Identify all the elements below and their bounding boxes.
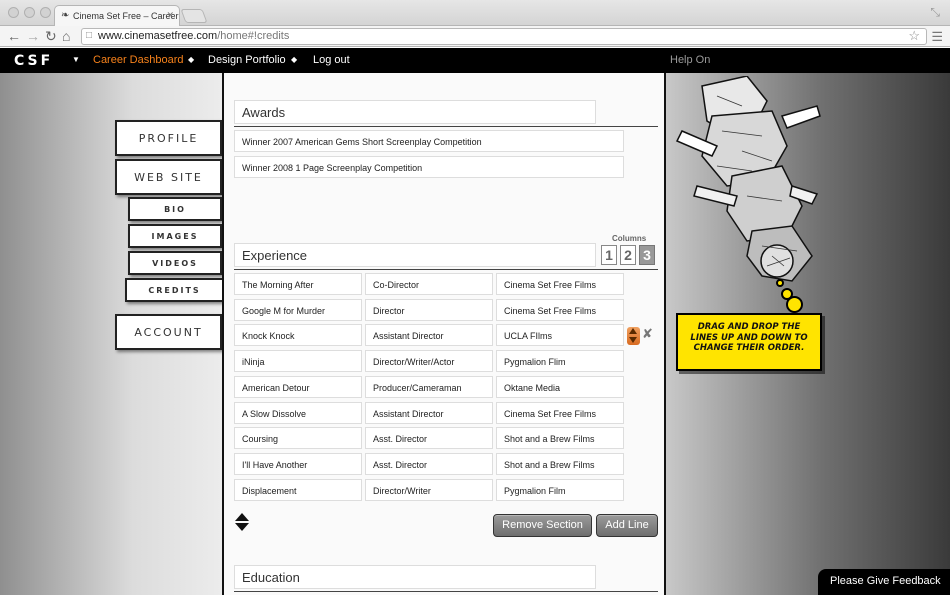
sidebar-item-videos[interactable]: Videos — [128, 251, 222, 275]
nav-bullet-icon: ◆ — [188, 55, 195, 64]
drag-drop-tip: Drag and drop the lines up and down to c… — [676, 313, 822, 371]
url-host: www.cinemasetfree.com — [98, 30, 218, 42]
browser-toolbar: ← → ↻ ⌂ □ www.cinemasetfree.com/home#!cr… — [0, 26, 950, 47]
row-controls: ✘ — [625, 326, 657, 346]
credit-title-cell[interactable]: Displacement — [234, 478, 362, 501]
credits-editor: Awards Winner 2007 American Gems Short S… — [222, 73, 666, 595]
credit-role-cell[interactable]: Co-Director — [365, 273, 493, 295]
move-row-arrows-icon[interactable] — [627, 327, 640, 345]
sidebar-item-bio[interactable]: Bio — [128, 197, 222, 221]
credit-role-cell[interactable]: Assistant Director — [365, 401, 493, 424]
credit-title-cell[interactable]: Google M for Murder — [234, 298, 362, 321]
address-bar[interactable]: □ www.cinemasetfree.com/home#!credits ☆ — [81, 28, 927, 45]
new-tab-button[interactable] — [180, 9, 208, 23]
sidebar-item-profile[interactable]: Profile — [115, 120, 222, 156]
awards-title[interactable]: Awards — [234, 100, 596, 124]
credit-title-cell[interactable]: I'll Have Another — [234, 452, 362, 475]
feedback-button[interactable]: Please Give Feedback — [818, 569, 950, 595]
minimize-window-button[interactable] — [24, 7, 35, 18]
credit-title-cell[interactable]: iNinja — [234, 350, 362, 373]
columns-label: Columns — [612, 234, 647, 243]
nav-career-dashboard[interactable]: Career Dashboard — [93, 54, 184, 66]
site-logo[interactable]: CSF — [14, 53, 53, 69]
bookmark-star-icon[interactable]: ☆ — [908, 28, 920, 44]
award-item[interactable]: Winner 2007 American Gems Short Screenpl… — [234, 130, 624, 152]
credit-role-cell[interactable]: Asst. Director — [365, 452, 493, 475]
sidebar-item-website[interactable]: Web Site — [115, 159, 222, 195]
tab-close-icon[interactable]: ✕ — [166, 10, 174, 21]
credit-company-cell[interactable]: Shot and a Brew Films — [496, 452, 624, 475]
credit-role-cell[interactable]: Director — [365, 298, 493, 321]
home-icon[interactable]: ⌂ — [62, 28, 70, 44]
section-divider — [234, 126, 658, 127]
sidebar-item-credits[interactable]: Credits — [125, 278, 222, 302]
credit-role-cell[interactable]: Producer/Cameraman — [365, 375, 493, 398]
credit-title-cell[interactable]: The Morning After — [234, 273, 362, 295]
credit-title-cell[interactable]: American Detour — [234, 375, 362, 398]
credit-role-cell[interactable]: Director/Writer/Actor — [365, 350, 493, 373]
thought-bubble-dot — [786, 296, 803, 313]
site-favicon-icon: ❧ — [61, 10, 70, 21]
sidebar-item-account[interactable]: Account — [115, 314, 222, 350]
add-line-button[interactable]: Add Line — [596, 514, 658, 537]
credit-company-cell[interactable]: UCLA FIlms — [496, 324, 624, 347]
reload-icon[interactable]: ↻ — [45, 28, 57, 44]
credit-company-cell[interactable]: Shot and a Brew Films — [496, 427, 624, 450]
nav-log-out[interactable]: Log out — [313, 54, 350, 66]
url-path: /home#!credits — [217, 30, 290, 42]
credit-company-cell[interactable]: Oktane Media — [496, 375, 624, 398]
credit-role-cell[interactable]: Asst. Director — [365, 427, 493, 450]
help-toggle[interactable]: Help On — [670, 54, 710, 66]
columns-2-button[interactable]: 2 — [620, 245, 636, 265]
credit-company-cell[interactable]: Cinema Set Free Films — [496, 401, 624, 424]
section-divider — [234, 269, 658, 270]
credit-role-cell[interactable]: Assistant Director — [365, 324, 493, 347]
delete-row-icon[interactable]: ✘ — [642, 326, 653, 342]
tab-title: Cinema Set Free – Career C — [73, 11, 180, 21]
ninja-illustration — [675, 76, 821, 282]
fullscreen-icon[interactable]: ⤡ — [930, 5, 940, 20]
sort-arrows-icon[interactable] — [234, 513, 250, 533]
site-nav-bar: CSF ▼ Career Dashboard ◆ Design Portfoli… — [0, 48, 950, 73]
zoom-window-button[interactable] — [40, 7, 51, 18]
education-title[interactable]: Education — [234, 565, 596, 589]
columns-1-button[interactable]: 1 — [601, 245, 617, 265]
credit-title-cell[interactable]: Knock Knock — [234, 324, 362, 347]
columns-3-button[interactable]: 3 — [639, 245, 655, 265]
browser-tab-bar: ❧ Cinema Set Free – Career C ✕ ⤡ — [0, 0, 950, 26]
sidebar-item-images[interactable]: Images — [128, 224, 222, 248]
back-arrow-icon[interactable]: ← — [7, 28, 21, 44]
nav-design-portfolio[interactable]: Design Portfolio — [208, 54, 286, 66]
credit-company-cell[interactable]: Pygmalion Film — [496, 478, 624, 501]
credit-title-cell[interactable]: Coursing — [234, 427, 362, 450]
award-item[interactable]: Winner 2008 1 Page Screenplay Competitio… — [234, 156, 624, 178]
browser-menu-icon[interactable]: ☰ — [931, 29, 943, 45]
credit-company-cell[interactable]: Cinema Set Free Films — [496, 298, 624, 321]
credit-role-cell[interactable]: Director/Writer — [365, 478, 493, 501]
experience-title[interactable]: Experience — [234, 243, 596, 267]
close-window-button[interactable] — [8, 7, 19, 18]
browser-tab[interactable]: ❧ Cinema Set Free – Career C ✕ — [54, 5, 180, 26]
thought-bubble-dot — [776, 279, 784, 287]
section-divider — [234, 591, 658, 592]
credit-company-cell[interactable]: Cinema Set Free Films — [496, 273, 624, 295]
credit-company-cell[interactable]: Pygmalion Flim — [496, 350, 624, 373]
nav-bullet-icon: ◆ — [291, 55, 298, 64]
page-icon: □ — [86, 30, 93, 41]
credit-title-cell[interactable]: A Slow Dissolve — [234, 401, 362, 424]
forward-arrow-icon[interactable]: → — [26, 28, 40, 44]
remove-section-button[interactable]: Remove Section — [493, 514, 592, 537]
nav-dropdown-icon[interactable]: ▼ — [72, 55, 80, 64]
